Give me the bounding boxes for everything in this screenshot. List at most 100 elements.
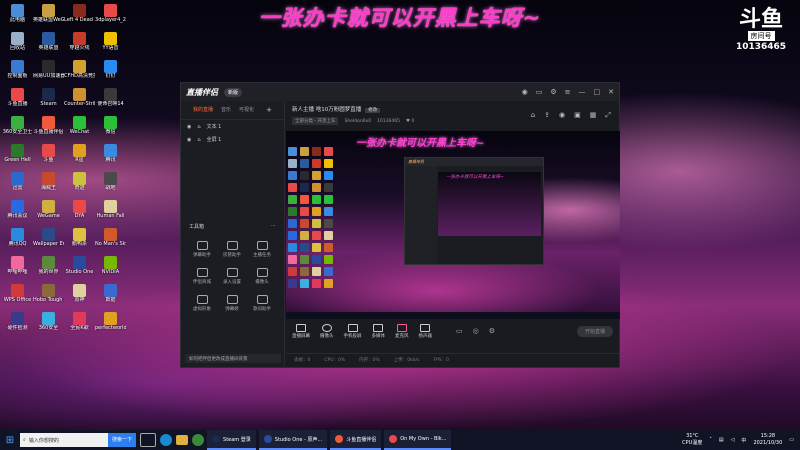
preview-canvas[interactable]: 一张办卡就可以开黑上车呀~ 直播伴侣 一张办卡就可以开黑上车呀~ xyxy=(286,131,620,319)
desktop-icon[interactable]: 海贼王 xyxy=(33,172,64,200)
add-icon[interactable]: + xyxy=(266,106,272,114)
desktop-icon[interactable]: 控制面板 xyxy=(2,60,33,88)
minimize-icon[interactable]: — xyxy=(579,88,586,96)
lock-icon[interactable]: ⌂ xyxy=(197,124,200,130)
desktop-icon[interactable]: 哔哩哔哩 xyxy=(2,256,33,284)
ime-icon[interactable]: 中 xyxy=(741,437,746,444)
desktop-icon[interactable]: 腾讯会议 xyxy=(2,200,33,228)
explorer-icon[interactable] xyxy=(176,435,189,445)
desktop-icon[interactable]: 3dplayer4_2 xyxy=(95,4,126,32)
taskbar-app[interactable]: On My Own - Blk... xyxy=(384,430,452,450)
desktop-icon[interactable]: Green Hell xyxy=(2,144,33,172)
desktop-icon[interactable]: Counter-Strike Global Of... xyxy=(64,88,95,116)
microphone-button[interactable]: 麦克风 xyxy=(395,323,409,339)
tool-item[interactable]: 伴侣商城 xyxy=(187,268,217,285)
tool-item[interactable]: 摄像头 xyxy=(247,268,277,285)
desktop-icon[interactable]: Wallpaper Engine xyxy=(33,228,64,256)
search-input[interactable]: 输入你想搜的 xyxy=(29,437,59,444)
eye-icon[interactable]: ◉ xyxy=(187,124,191,130)
menu-icon[interactable]: ≡ xyxy=(565,88,571,96)
desktop-icon[interactable]: 此电脑 xyxy=(2,4,33,32)
desktop-icon[interactable]: 全民K歌 xyxy=(64,312,95,340)
eye-icon[interactable]: ◎ xyxy=(473,327,479,335)
tool-item[interactable]: 主播任务 xyxy=(247,241,277,258)
desktop-icon[interactable]: Human Fall xyxy=(95,200,126,228)
tab-visual[interactable]: 可视化 xyxy=(239,106,254,114)
settings-icon[interactable]: ⚙ xyxy=(489,327,495,335)
clock[interactable]: 15:28 2021/10/30 xyxy=(753,433,782,447)
desktop-icon[interactable]: 奇迹 xyxy=(64,172,95,200)
taskbar-app[interactable]: Studio One - 原声... xyxy=(258,430,328,450)
desktop-icon[interactable]: 鹅鸭杀 xyxy=(64,228,95,256)
desktop-icon[interactable]: 网易UU加速器 xyxy=(33,60,64,88)
eye-icon[interactable]: ◉ xyxy=(187,137,191,143)
desktop-icon[interactable]: NVIDIA xyxy=(95,256,126,284)
desktop-icon[interactable]: YY语音 xyxy=(95,32,126,60)
message-icon[interactable]: ▭ xyxy=(536,88,543,96)
desktop-icon[interactable]: 斗鱼直播 xyxy=(2,88,33,116)
screenshot-icon[interactable]: ▣ xyxy=(574,111,581,120)
desktop-icon[interactable]: 回收站 xyxy=(2,32,33,60)
desktop-icon[interactable]: perfectworld xyxy=(95,312,126,340)
desktop-icon[interactable]: 迅雷 xyxy=(2,172,33,200)
desktop-icon[interactable]: WPS Office xyxy=(2,284,33,312)
tab-music[interactable]: 音乐 xyxy=(221,106,231,114)
desktop-icon[interactable]: Left 4 Dead 2 xyxy=(64,4,95,32)
desktop-icon[interactable]: 斗鱼 xyxy=(33,144,64,172)
tool-item[interactable]: 弹幕助手 xyxy=(187,241,217,258)
lock-icon[interactable]: ⌂ xyxy=(197,137,200,143)
desktop-icon[interactable]: 钉钉 xyxy=(95,60,126,88)
desktop-icon[interactable]: R星 xyxy=(64,144,95,172)
volume-icon[interactable]: ◁ xyxy=(731,437,735,443)
tool-item[interactable]: 歌词助手 xyxy=(247,295,277,312)
network-icon[interactable]: ▤ xyxy=(719,437,724,443)
screen-capture-button[interactable]: 直播屏幕 xyxy=(292,323,310,339)
tool-item[interactable]: 弹幕姬 xyxy=(217,295,247,312)
edge-icon[interactable] xyxy=(160,434,173,446)
desktop-icon[interactable]: DYA xyxy=(64,200,95,228)
source-item[interactable]: ◉ ⌂ 文本 1 xyxy=(181,120,284,133)
source-item[interactable]: ◉ ⌂ 全屏 1 xyxy=(181,133,284,146)
desktop-icon[interactable]: 腾讯QQ xyxy=(2,228,33,256)
notice-bar[interactable]: 如何把伴侣更改成直播间背景 xyxy=(185,354,281,363)
start-live-button[interactable]: 开始直播 xyxy=(576,325,613,337)
edit-title-button[interactable]: 修改 xyxy=(365,108,381,113)
desktop-icon[interactable]: Studio One xyxy=(64,256,95,284)
desktop-icon[interactable]: Steam xyxy=(33,88,64,116)
desktop-icon[interactable]: 360安全 xyxy=(33,312,64,340)
desktop-icon[interactable]: WeGame xyxy=(33,200,64,228)
search-box[interactable]: ⌕ 输入你想搜的 xyxy=(20,433,108,447)
chevron-up-icon[interactable]: ˄ xyxy=(709,437,712,443)
desktop-icon[interactable]: WeChat xyxy=(64,116,95,144)
desktop-icon[interactable]: 硬件检测 xyxy=(2,312,33,340)
tool-item[interactable]: 录入设置 xyxy=(217,268,247,285)
desktop-icon[interactable]: 穿越火线 xyxy=(64,32,95,60)
desktop-icon[interactable]: CFHD高清竞技大区 xyxy=(64,60,95,88)
phone-cast-button[interactable]: 手机投屏 xyxy=(344,323,362,339)
desktop-icon[interactable]: 英雄联盟WeGame版 xyxy=(33,4,64,32)
start-button[interactable]: ⊞ xyxy=(0,430,20,450)
taskbar-app[interactable]: 斗鱼直播伴侣 xyxy=(330,430,382,450)
video-icon[interactable]: ▭ xyxy=(456,327,463,335)
desktop-icon[interactable]: 我的世界 xyxy=(33,256,64,284)
camera-button[interactable]: 摄像头 xyxy=(320,323,334,339)
desktop-icon[interactable]: 360安全卫士 xyxy=(2,116,33,144)
notification-icon[interactable]: ▭ xyxy=(789,437,794,443)
desktop-icon[interactable]: 斗鱼直播伴侣 xyxy=(33,116,64,144)
gift-icon[interactable]: ⌂ xyxy=(531,111,535,120)
tool-item[interactable]: 虚拟形象 xyxy=(187,295,217,312)
fullscreen-icon[interactable]: ⤢ xyxy=(605,111,611,120)
desktop-icon[interactable]: 英雄联盟 xyxy=(33,32,64,60)
desktop-icon[interactable]: 腾讯 xyxy=(95,144,126,172)
more-icon[interactable]: ⋯ xyxy=(271,223,276,230)
maximize-icon[interactable]: □ xyxy=(594,88,601,96)
desktop-icon[interactable]: 原神 xyxy=(64,284,95,312)
desktop-icon[interactable]: 数据 xyxy=(95,284,126,312)
xbox-icon[interactable] xyxy=(192,434,205,446)
record-icon[interactable]: ◉ xyxy=(559,111,565,120)
layout-icon[interactable]: ▦ xyxy=(590,111,597,120)
desktop-icon[interactable]: 战地 xyxy=(95,172,126,200)
version-badge[interactable]: 新版 xyxy=(224,87,243,97)
taskview-icon[interactable] xyxy=(140,433,157,447)
tab-my-live[interactable]: 我的直播 xyxy=(193,106,213,114)
